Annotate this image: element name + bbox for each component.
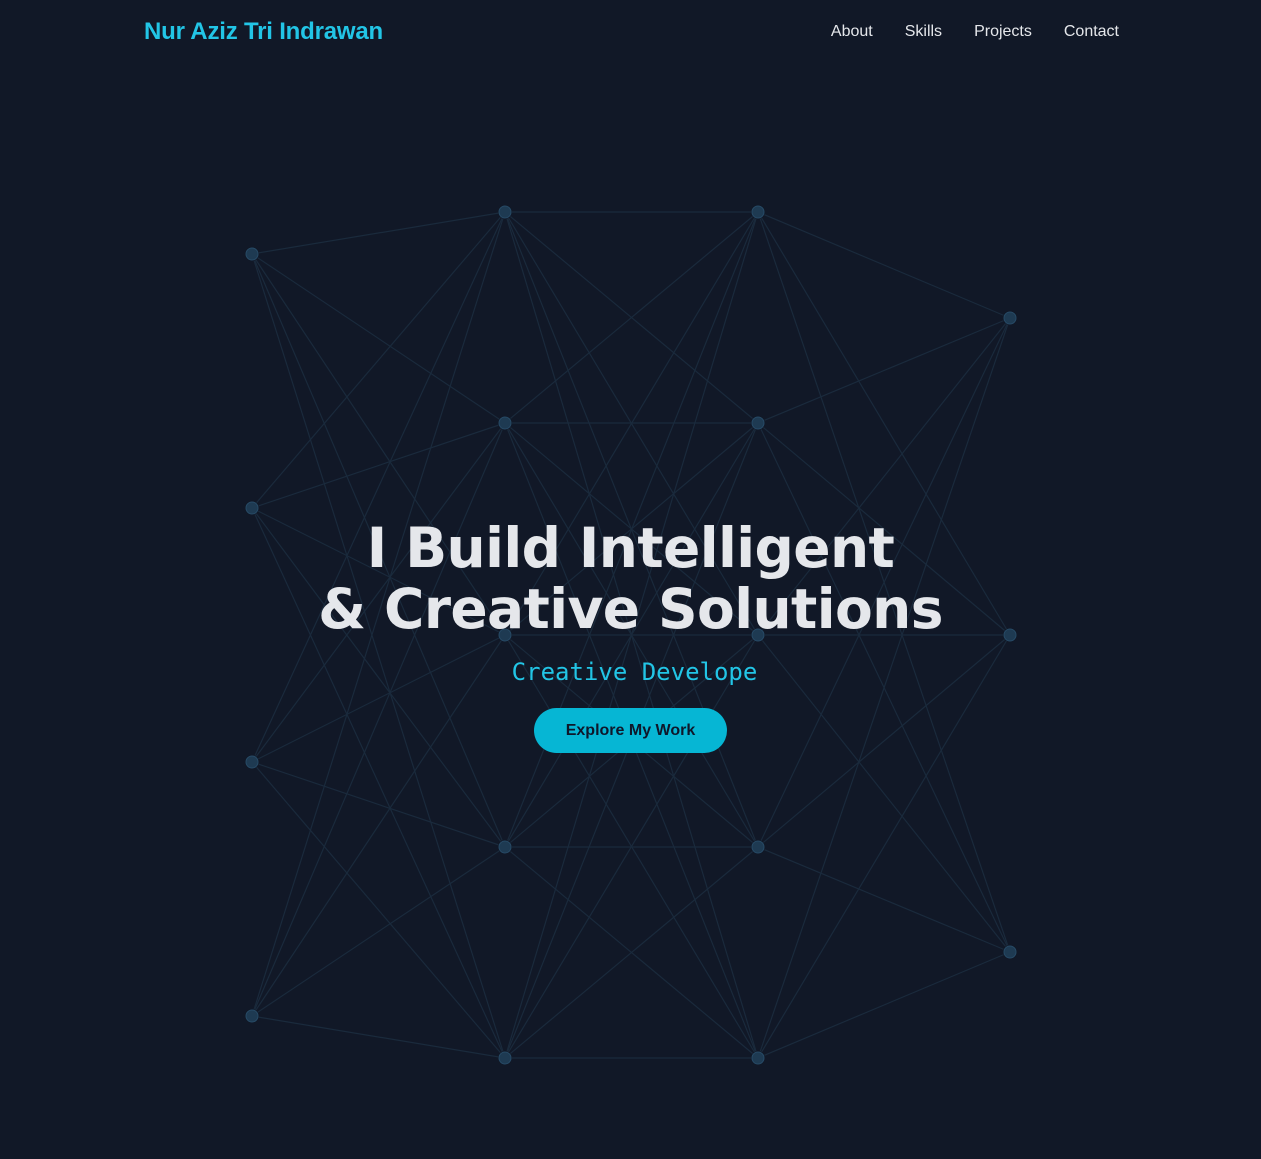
network-node <box>245 1009 259 1023</box>
network-edge <box>251 761 506 848</box>
nav-contact[interactable]: Contact <box>1064 20 1119 44</box>
hero-tagline-text: Creative Develope <box>511 658 758 686</box>
hero-section: I Build Intelligent & Creative Solutions… <box>0 518 1261 753</box>
network-node <box>1003 945 1017 959</box>
main-nav: About Skills Projects Contact <box>831 20 1119 44</box>
network-node <box>245 501 259 515</box>
network-node <box>751 840 765 854</box>
network-node <box>498 416 512 430</box>
network-edge <box>251 761 506 1059</box>
network-node <box>751 416 765 430</box>
nav-projects[interactable]: Projects <box>974 20 1032 44</box>
network-edge <box>251 211 506 509</box>
network-node <box>245 247 259 261</box>
network-node <box>1003 311 1017 325</box>
network-edge <box>757 951 1011 1059</box>
site-brand[interactable]: Nur Aziz Tri Indrawan <box>144 16 383 48</box>
network-edge <box>251 211 506 255</box>
network-edge <box>757 317 1011 424</box>
network-edge <box>757 211 1011 319</box>
nav-skills[interactable]: Skills <box>905 20 942 44</box>
hero-tagline: Creative Develope <box>0 657 1261 687</box>
site-header: Nur Aziz Tri Indrawan About Skills Proje… <box>0 0 1261 64</box>
network-edge <box>251 422 506 509</box>
hero-headline: I Build Intelligent & Creative Solutions <box>0 518 1261 640</box>
explore-work-button[interactable]: Explore My Work <box>533 708 728 753</box>
network-edge <box>757 846 1011 953</box>
network-node <box>498 205 512 219</box>
network-node <box>498 840 512 854</box>
network-edge <box>251 846 506 1017</box>
network-edge <box>251 253 506 424</box>
hero-headline-line-1: I Build Intelligent <box>366 516 895 580</box>
network-node <box>751 1051 765 1065</box>
hero-headline-line-2: & Creative Solutions <box>318 577 943 641</box>
network-node <box>498 1051 512 1065</box>
nav-about[interactable]: About <box>831 20 873 44</box>
network-node <box>751 205 765 219</box>
network-edge <box>251 1015 506 1059</box>
network-node <box>245 755 259 769</box>
